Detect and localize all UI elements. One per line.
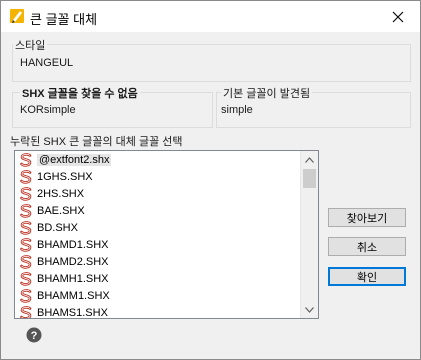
font-list-item-label: BHAMD2.SHX — [37, 255, 109, 268]
shx-font-icon — [20, 305, 32, 318]
dialog-window: 큰 글꼴 대체 스타일 HANGEUL SHX 글꼴을 찾을 수 없음 KORs… — [0, 0, 421, 360]
cancel-button[interactable]: 취소 — [328, 237, 406, 256]
font-list-item-label: @extfont2.shx — [37, 153, 112, 166]
ok-button[interactable]: 확인 — [328, 267, 406, 286]
font-listbox[interactable]: @extfont2.shx 1GHS.SHX 2HS.SHX BAE.SHX BD.SH… — [14, 150, 319, 319]
app-icon — [10, 9, 24, 23]
shx-font-icon — [20, 203, 32, 218]
font-list-item-label: BHAMD1.SHX — [37, 238, 109, 251]
font-list-item-label: 1GHS.SHX — [37, 170, 93, 183]
style-value: HANGEUL — [20, 57, 74, 69]
font-list-item-label: 2HS.SHX — [37, 187, 85, 200]
font-list-caption: 누락된 SHX 큰 글꼴의 대체 글꼴 선택 — [10, 136, 183, 148]
vertical-scrollbar[interactable] — [300, 151, 318, 318]
font-list-item[interactable]: BD.SHX — [15, 219, 301, 236]
font-list-item[interactable]: BHAMD2.SHX — [15, 253, 301, 270]
font-list-item-label: BD.SHX — [37, 221, 78, 234]
shx-font-icon — [20, 271, 32, 286]
font-list-item[interactable]: BHAMH1.SHX — [15, 270, 301, 287]
close-icon — [392, 11, 403, 22]
font-list-item[interactable]: BHAMM1.SHX — [15, 287, 301, 304]
window-title: 큰 글꼴 대체 — [30, 12, 98, 27]
shx-font-icon — [20, 186, 32, 201]
font-list-item[interactable]: BHAMS1.SHX — [15, 304, 301, 319]
font-list-item-label: BAE.SHX — [37, 204, 85, 217]
missing-font-value: KORsimple — [20, 104, 76, 116]
shx-font-icon — [20, 220, 32, 235]
shx-font-icon — [20, 152, 32, 167]
font-list-item-label: BHAMM1.SHX — [37, 289, 110, 302]
font-list-item-label: BHAMS1.SHX — [37, 306, 108, 319]
browse-button[interactable]: 찾아보기 — [328, 208, 406, 227]
shx-font-icon — [20, 237, 32, 252]
scroll-down-arrow[interactable] — [301, 301, 318, 318]
shx-font-icon — [20, 169, 32, 184]
font-list-item-label: BHAMH1.SHX — [37, 272, 109, 285]
shx-font-icon — [20, 288, 32, 303]
help-icon[interactable]: ? — [26, 327, 42, 343]
chevron-down-icon — [305, 306, 314, 313]
style-group-label: 스타일 — [13, 37, 48, 53]
font-list-item[interactable]: BAE.SHX — [15, 202, 301, 219]
scroll-thumb[interactable] — [303, 169, 316, 188]
found-font-group-label: 기본 글꼴이 발견됨 — [221, 85, 313, 101]
scroll-up-arrow[interactable] — [301, 151, 318, 168]
title-bar: 큰 글꼴 대체 — [1, 1, 420, 32]
svg-text:?: ? — [31, 330, 38, 342]
font-list-item[interactable]: BHAMD1.SHX — [15, 236, 301, 253]
found-font-value: simple — [221, 104, 253, 116]
shx-font-icon — [20, 254, 32, 269]
font-list-item[interactable]: 1GHS.SHX — [15, 168, 301, 185]
font-list-item[interactable]: @extfont2.shx — [15, 151, 301, 168]
font-list-items: @extfont2.shx 1GHS.SHX 2HS.SHX BAE.SHX BD.SH… — [15, 151, 301, 319]
missing-font-group-label: SHX 글꼴을 찾을 수 없음 — [20, 85, 140, 101]
close-button[interactable] — [375, 1, 420, 32]
font-list-item[interactable]: 2HS.SHX — [15, 185, 301, 202]
chevron-up-icon — [305, 156, 314, 163]
